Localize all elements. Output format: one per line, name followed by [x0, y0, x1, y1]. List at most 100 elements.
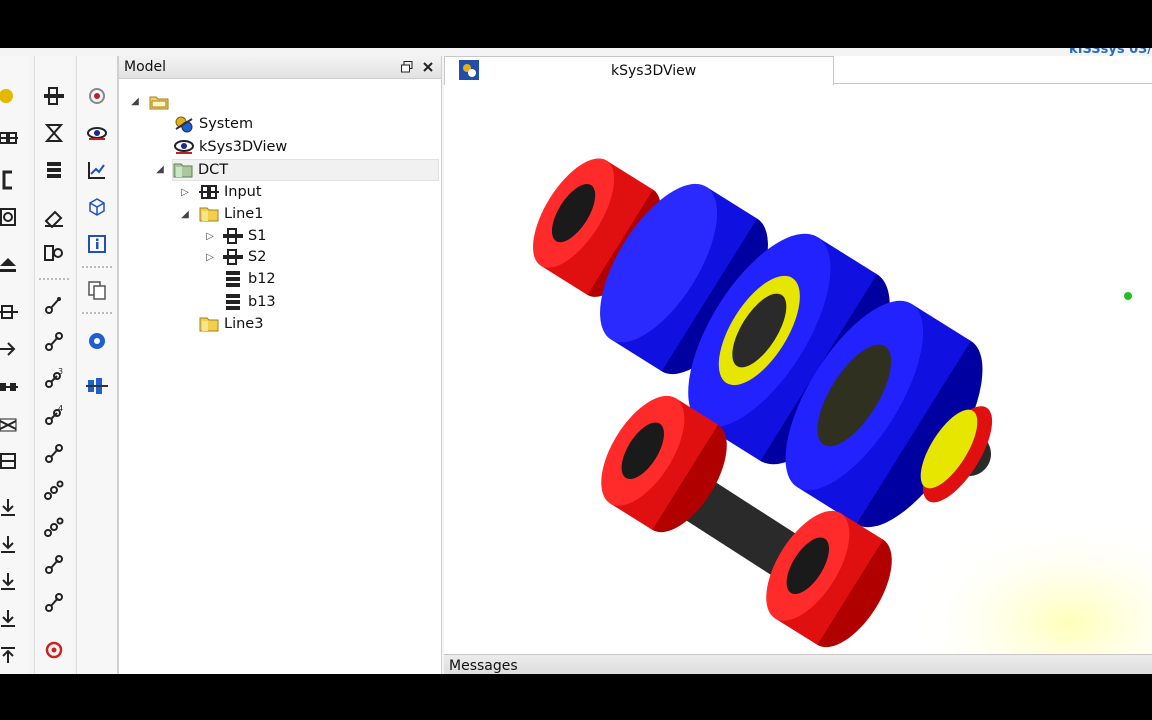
block-tool[interactable] [0, 300, 21, 324]
tab-ksys3dview[interactable]: kSys3DView [444, 56, 834, 85]
green-marker [1124, 292, 1132, 300]
tree-label-b12: b12 [248, 271, 276, 287]
gear-stage-2-tool[interactable] [42, 330, 66, 354]
expander-s1-icon[interactable]: ▷ [204, 230, 216, 242]
tree-item-b12[interactable]: b12 [223, 269, 276, 289]
tree-item-dct[interactable]: DCT [172, 159, 439, 181]
tree-label-line3: Line3 [224, 316, 264, 332]
messages-title: Messages [449, 658, 518, 674]
tree-item-s2[interactable]: S2 [223, 247, 266, 267]
force-down-tool[interactable] [0, 496, 21, 520]
clamp-tool[interactable] [42, 241, 66, 265]
tree-item-s1[interactable]: S1 [223, 226, 266, 246]
toolbar-separator [82, 312, 112, 314]
clutch-tool[interactable] [0, 374, 21, 398]
arrow-joint-tool[interactable] [0, 337, 21, 361]
target-tool[interactable] [42, 638, 66, 662]
tree-item-system[interactable]: System [174, 114, 253, 134]
eraser-tool[interactable] [42, 205, 66, 229]
toolbar-separator [39, 278, 69, 280]
expander-root-icon[interactable]: ◢ [129, 95, 141, 107]
gearbox-3d-model [533, 158, 1152, 654]
tree-label-dct: DCT [198, 162, 229, 178]
force-down-4-tool[interactable] [0, 607, 21, 631]
expander-dct-icon[interactable]: ◢ [154, 163, 166, 175]
copy-tool[interactable] [85, 278, 109, 302]
gear-stage-3-tool[interactable]: 3 [42, 367, 66, 391]
gear-planet-tool[interactable] [42, 591, 66, 615]
folder-icon [199, 315, 219, 333]
pointer-target-tool[interactable] [85, 84, 109, 108]
tree-label-input: Input [224, 184, 262, 200]
gear-assembly-tool[interactable] [85, 374, 109, 398]
bearing-icon [223, 293, 243, 311]
force-down-2-tool[interactable] [0, 533, 21, 557]
cube-tool[interactable] [85, 195, 109, 219]
bearing-stack-tool[interactable] [42, 158, 66, 182]
rotate-view-tool[interactable] [85, 329, 109, 353]
tree-label-line1: Line1 [224, 206, 264, 222]
chart-tool[interactable] [85, 158, 109, 182]
messages-panel[interactable]: Messages [444, 654, 1152, 674]
svg-text:4: 4 [58, 405, 63, 413]
model-panel: Model ◢ ◢ ▷ ◢ ▷ ▷ System kSys3DView DCT … [118, 56, 442, 674]
expander-s2-icon[interactable]: ▷ [204, 251, 216, 263]
ring-gear-tool[interactable] [0, 84, 20, 108]
eye-tool[interactable] [85, 121, 109, 145]
tree-item-ksys3dview[interactable]: kSys3DView [174, 137, 287, 157]
force-up-tool[interactable] [0, 644, 21, 668]
tree-label-s1: S1 [248, 228, 267, 244]
tree-item-b13[interactable]: b13 [223, 292, 276, 312]
gear-stage-4-tool[interactable]: 4 [42, 404, 66, 428]
view-area: kSys3DView [444, 56, 1152, 654]
gear-mesh-tool[interactable] [42, 553, 66, 577]
eye-icon [174, 138, 194, 156]
tab-label-ksys3dview: kSys3DView [611, 63, 697, 79]
bearing-box-tool[interactable] [0, 205, 21, 229]
tree-label-system: System [199, 116, 254, 132]
hourglass-tool[interactable] [42, 121, 66, 145]
tree-label-b13: b13 [248, 294, 276, 310]
float-window-icon[interactable] [399, 59, 415, 75]
eject-tool[interactable] [0, 253, 21, 277]
gear-link-tool[interactable] [42, 442, 66, 466]
gear-chain-tool[interactable] [42, 516, 66, 540]
tree-item-input[interactable]: Input [199, 182, 262, 202]
model-panel-title: Model [124, 59, 167, 75]
bracket-tool[interactable] [0, 168, 21, 192]
gear-train-tool[interactable] [42, 479, 66, 503]
3d-canvas[interactable] [444, 84, 1152, 654]
tree-item-line3[interactable]: Line3 [199, 314, 263, 334]
spring-tool[interactable] [0, 412, 21, 436]
top-black-bar [0, 0, 1152, 48]
shaft-tool[interactable] [42, 84, 66, 108]
svg-text:3: 3 [58, 368, 63, 376]
application-window: kISSsys 03/ 3 4 Model ◢ ◢ ▷ ◢ ▷ ▷ System… [0, 48, 1152, 674]
3d-view-icon [459, 60, 479, 80]
coupling-tool[interactable] [0, 126, 21, 150]
system-icon [174, 115, 194, 133]
toolbar-column-3 [76, 56, 118, 674]
folder-icon [199, 205, 219, 223]
expander-line1-icon[interactable]: ◢ [179, 208, 191, 220]
gear-pair-tool[interactable] [0, 449, 21, 473]
tree-item-root[interactable] [149, 92, 174, 112]
toolbar-column-2: 3 4 [34, 56, 73, 674]
tree-label-s2: S2 [248, 249, 267, 265]
force-down-3-tool[interactable] [0, 570, 21, 594]
info-icon[interactable] [85, 232, 109, 256]
model-panel-header: Model [119, 56, 441, 79]
shaft-icon [223, 248, 243, 266]
shaft-icon [223, 227, 243, 245]
tree-item-line1[interactable]: Line1 [199, 204, 263, 224]
toolbar-column-1 [0, 56, 30, 674]
bearing-icon [223, 270, 243, 288]
gear-stage-1-tool[interactable] [42, 293, 66, 317]
expander-input-icon[interactable]: ▷ [179, 186, 191, 198]
tree-label-ksys3dview: kSys3DView [199, 139, 288, 155]
close-icon[interactable] [420, 59, 436, 75]
coupling-icon [199, 183, 219, 201]
folder-icon [173, 161, 193, 179]
bottom-black-bar [0, 674, 1152, 720]
folder-open-icon [149, 93, 169, 111]
